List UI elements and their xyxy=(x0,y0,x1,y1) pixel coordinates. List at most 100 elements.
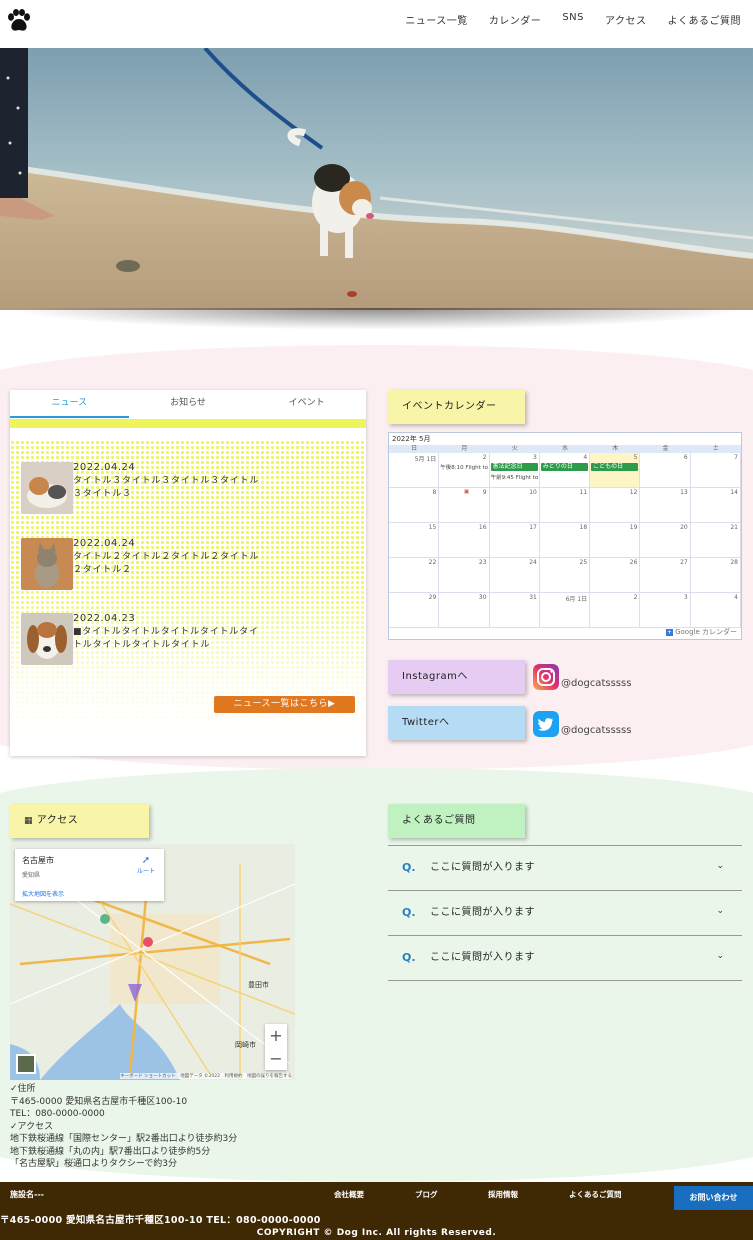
calendar-day[interactable]: 22 xyxy=(389,558,440,593)
tab-notice[interactable]: お知らせ xyxy=(129,390,248,418)
nav-calendar[interactable]: カレンダー xyxy=(489,12,542,27)
instagram-handle[interactable]: @dogcatsssss xyxy=(561,678,631,689)
twitter-link[interactable]: Twitterへ xyxy=(388,706,525,740)
day-number: 29 xyxy=(428,594,437,601)
calendar-event[interactable]: 午前9:45 Flight to xyxy=(491,473,539,481)
calendar-day[interactable]: 5 こどもの日 xyxy=(590,453,641,488)
instagram-link[interactable]: Instagramへ xyxy=(388,660,525,694)
map-attribution: キーボード ショートカット 地図データ ©2022 利用規約 地図の誤りを報告す… xyxy=(120,1073,292,1079)
news-title[interactable]: タイトル３タイトル３タイトル３タイトル３タイトル３ xyxy=(73,475,263,501)
news-date: 2022.04.23 xyxy=(73,613,136,624)
day-number: 15 xyxy=(428,524,437,531)
zoom-in-button[interactable]: + xyxy=(265,1024,287,1047)
calendar-day[interactable]: 6月 1日 xyxy=(539,593,591,628)
calendar-event[interactable]: 午後8:10 Flight to xyxy=(440,463,488,471)
calendar-day[interactable]: 18 xyxy=(539,523,591,558)
google-map-embed[interactable]: 豊田市 岡崎市 名古屋市 愛知県 拡大地図を表示 ➚ ルート + − キーボード… xyxy=(10,844,295,1080)
calendar-day[interactable]: 10 xyxy=(489,488,540,523)
calendar-day[interactable]: 27 xyxy=(640,558,691,593)
calendar-grid: 5月 1日 2 午後8:10 Flight to 3 憲法記念日 午前9:45 Fligh… xyxy=(389,453,741,628)
tab-event[interactable]: イベント xyxy=(247,390,366,418)
day-number: 5 xyxy=(633,454,638,461)
calendar-day[interactable]: 20 xyxy=(640,523,691,558)
calendar-day[interactable]: 8 xyxy=(389,488,440,523)
weekday: 火 xyxy=(511,445,518,452)
site-header: ニュース一覧 カレンダー SNS アクセス よくあるご質問 xyxy=(0,0,753,48)
instagram-icon[interactable] xyxy=(533,664,559,690)
day-number: 26 xyxy=(629,559,638,566)
access-line: TEL：080-0000-0000 xyxy=(10,1109,105,1119)
paw-icon[interactable] xyxy=(6,9,32,33)
weekday: 水 xyxy=(561,445,568,452)
chevron-down-icon: ⌄ xyxy=(716,861,724,871)
calendar-day[interactable]: 30 xyxy=(439,593,490,628)
calendar-holiday[interactable]: 憲法記念日 xyxy=(490,463,538,471)
twitter-icon[interactable] xyxy=(533,711,559,737)
calendar-holiday[interactable]: こどもの日 xyxy=(591,463,639,471)
directions-label: ルート xyxy=(136,868,155,875)
calendar-day[interactable]: 21 xyxy=(690,523,741,558)
calendar-day[interactable]: 4 xyxy=(690,593,741,628)
calendar-day[interactable]: 13 xyxy=(640,488,691,523)
nav-sns[interactable]: SNS xyxy=(562,12,584,27)
news-date: 2022.04.24 xyxy=(73,538,136,549)
calendar-day[interactable]: 14 xyxy=(690,488,741,523)
nav-faq[interactable]: よくあるご質問 xyxy=(668,12,742,27)
calendar-day[interactable]: 9 ▣ xyxy=(439,488,490,523)
footer-link-blog[interactable]: ブログ xyxy=(415,1189,438,1200)
google-calendar-badge[interactable]: + Google カレンダー xyxy=(665,627,737,637)
calendar-day[interactable]: 2 xyxy=(590,593,641,628)
calendar-day[interactable]: 5月 1日 xyxy=(389,453,440,488)
google-calendar-embed[interactable]: 2022年 5月 日 月 火 水 木 金 土 5月 1日 2 午後8:10 Flig… xyxy=(388,432,742,640)
calendar-day[interactable]: 11 xyxy=(539,488,591,523)
faq-item[interactable]: Q. ここに質問が入ります ⌄ xyxy=(388,845,742,890)
calendar-holiday[interactable]: みどりの日 xyxy=(540,463,589,471)
faq-item[interactable]: Q. ここに質問が入ります ⌄ xyxy=(388,935,742,981)
calendar-day[interactable]: 29 xyxy=(389,593,440,628)
calendar-day[interactable]: 3 xyxy=(640,593,691,628)
nav-access[interactable]: アクセス xyxy=(605,12,647,27)
access-heading-label: アクセス xyxy=(36,815,79,826)
calendar-day[interactable]: 17 xyxy=(489,523,540,558)
faq-item[interactable]: Q. ここに質問が入ります ⌄ xyxy=(388,890,742,935)
calendar-day[interactable]: 25 xyxy=(539,558,591,593)
tab-news[interactable]: ニュース xyxy=(10,390,129,418)
access-line: 〒465-0000 愛知県名古屋市千種区100-10 xyxy=(10,1096,188,1107)
calendar-day[interactable]: 12 xyxy=(590,488,641,523)
nav-news[interactable]: ニュース一覧 xyxy=(405,12,468,27)
calendar-day[interactable]: 26 xyxy=(590,558,641,593)
calendar-day[interactable]: 4 みどりの日 xyxy=(539,453,591,488)
calendar-day[interactable]: 3 憲法記念日 午前9:45 Flight to xyxy=(489,453,540,488)
tab-underline-strip xyxy=(10,419,366,428)
map-enlarge-link[interactable]: 拡大地図を表示 xyxy=(22,889,157,898)
calendar-day[interactable]: 16 xyxy=(439,523,490,558)
calendar-day[interactable]: 7 xyxy=(690,453,741,488)
calendar-day[interactable]: 15 xyxy=(389,523,440,558)
access-line: ✓アクセス xyxy=(10,1121,54,1132)
news-title[interactable]: ■タイトルタイトルタイトルタイトルタイトルタイトルタイトルタイトル xyxy=(73,626,263,652)
calendar-day[interactable]: 28 xyxy=(690,558,741,593)
footer-link-recruit[interactable]: 採用情報 xyxy=(488,1189,518,1200)
twitter-handle[interactable]: @dogcatsssss xyxy=(561,725,631,736)
calendar-day[interactable]: 19 xyxy=(590,523,641,558)
zoom-out-button[interactable]: − xyxy=(265,1047,287,1070)
contact-button[interactable]: お問い合わせ xyxy=(674,1186,753,1210)
weekday: 日 xyxy=(411,445,418,452)
day-number: 20 xyxy=(680,524,688,531)
day-number: 11 xyxy=(579,489,588,496)
calendar-day[interactable]: 2 午後8:10 Flight to xyxy=(439,453,490,488)
news-title[interactable]: タイトル２タイトル２タイトル２タイトル２タイトル２ xyxy=(73,551,263,577)
faq-question: ここに質問が入ります xyxy=(430,907,535,918)
footer-link-faq[interactable]: よくあるご質問 xyxy=(569,1189,622,1200)
cake-icon[interactable]: ▣ xyxy=(464,489,469,495)
directions-button[interactable]: ➚ ルート xyxy=(137,855,155,875)
footer-link-company[interactable]: 会社概要 xyxy=(334,1189,364,1200)
day-number: 6月 1日 xyxy=(565,596,588,603)
access-line: 地下鉄桜通線「丸の内」駅7番出口より徒歩約5分 xyxy=(10,1146,211,1157)
calendar-day[interactable]: 31 xyxy=(489,593,540,628)
calendar-day[interactable]: 23 xyxy=(439,558,490,593)
news-list-button[interactable]: ニュース一覧はこちら▶ xyxy=(214,696,355,713)
calendar-day[interactable]: 24 xyxy=(489,558,540,593)
calendar-day[interactable]: 6 xyxy=(640,453,691,488)
map-satellite-toggle[interactable] xyxy=(16,1054,36,1074)
